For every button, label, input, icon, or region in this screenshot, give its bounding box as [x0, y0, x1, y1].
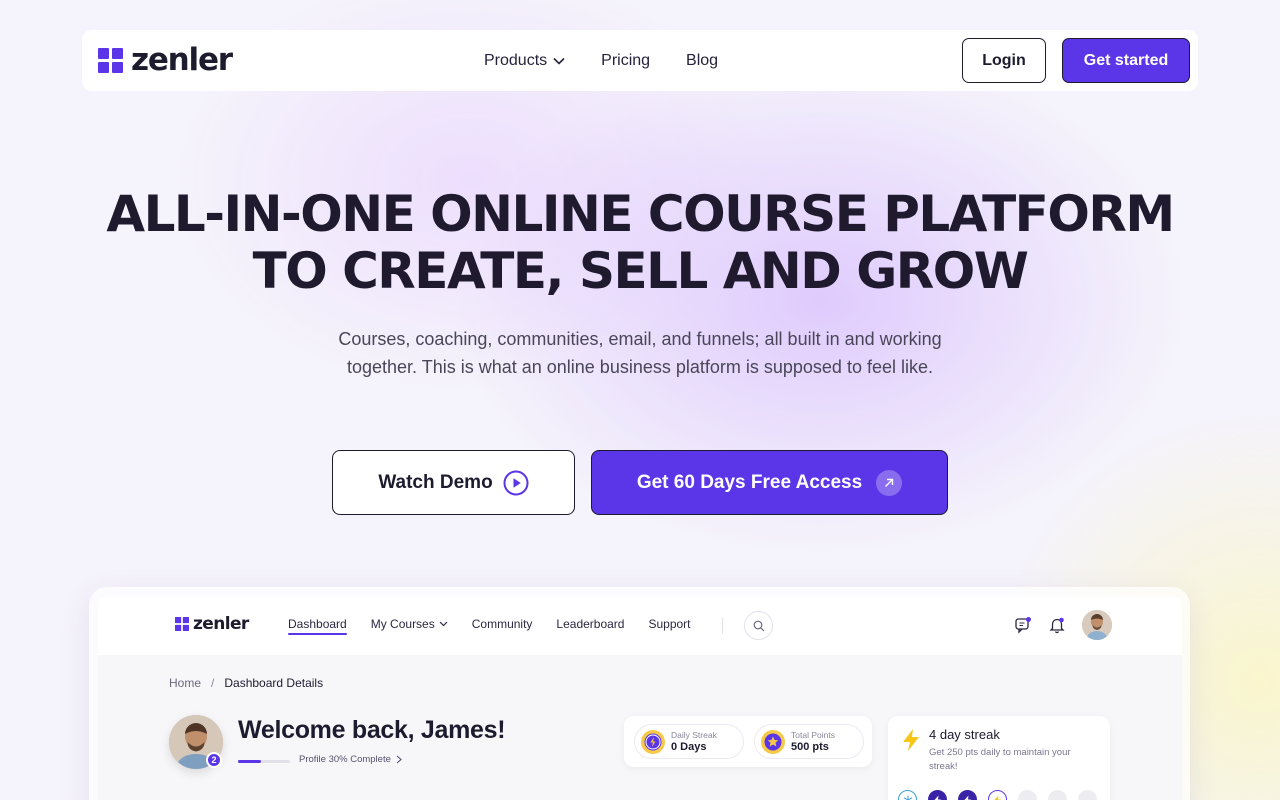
streak-description: Get 250 pts daily to maintain your strea…: [929, 747, 1071, 772]
free-access-label: Get 60 Days Free Access: [636, 471, 863, 493]
streak-day-snowflake-icon: [898, 790, 917, 800]
breadcrumb-separator: /: [211, 676, 215, 690]
bell-icon[interactable]: [1048, 616, 1066, 634]
app-nav-dashboard[interactable]: Dashboard: [288, 617, 347, 635]
stats-card: Daily Streak 0 Days Total Points 500 pts: [624, 716, 872, 767]
arrow-up-right-icon: [876, 469, 903, 496]
app-nav-community[interactable]: Community: [472, 617, 533, 631]
lightning-icon: [903, 729, 919, 751]
nav-products-label: Products: [484, 51, 548, 69]
total-points-stat: Total Points 500 pts: [754, 724, 864, 759]
nav-blog-label: Blog: [686, 51, 719, 69]
app-nav-support[interactable]: Support: [648, 617, 690, 631]
app-nav-community-label: Community: [471, 617, 533, 631]
chat-icon[interactable]: [1014, 616, 1032, 634]
app-nav-my-courses[interactable]: My Courses: [371, 617, 448, 631]
hero-subtitle: Courses, coaching, communities, email, a…: [338, 329, 942, 377]
streak-day-empty: [1078, 790, 1097, 800]
breadcrumb-home[interactable]: Home: [169, 676, 201, 690]
app-nav: Dashboard My Courses Community Leaderboa…: [288, 617, 715, 635]
streak-card: 4 day streak Get 250 pts daily to mainta…: [888, 716, 1110, 800]
app-search-button[interactable]: [744, 611, 773, 640]
login-button[interactable]: Login: [962, 38, 1046, 83]
hero-title-line-1: ALL-IN-ONE ONLINE COURSE PLATFORM: [106, 185, 1175, 243]
breadcrumb-current: Dashboard Details: [224, 676, 324, 690]
streak-bolt-icon: [641, 729, 665, 754]
zenler-logo-icon: [98, 47, 123, 73]
app-preview: zenler Dashboard My Courses Community Le…: [98, 596, 1182, 800]
app-nav-leaderboard-label: Leaderboard: [556, 617, 625, 631]
chevron-down-icon: [439, 621, 448, 627]
zenler-logo-icon: [175, 617, 189, 631]
chevron-right-icon: [396, 755, 402, 764]
daily-streak-stat: Daily Streak 0 Days: [634, 724, 744, 759]
streak-day-empty: [1048, 790, 1067, 800]
top-nav: zenler Products Pricing Blog Login Get s…: [82, 30, 1198, 91]
avatar[interactable]: [1082, 610, 1112, 640]
streak-day-bolt-icon: [988, 790, 1007, 800]
nav-blog[interactable]: Blog: [686, 52, 718, 70]
streak-day-bolt-icon: [928, 790, 947, 800]
total-points-value: 500 pts: [791, 740, 829, 753]
welcome-heading: Welcome back, James!: [238, 716, 506, 744]
nav-pricing-label: Pricing: [601, 51, 651, 69]
breadcrumb: Home / Dashboard Details: [169, 676, 323, 690]
watch-demo-button[interactable]: Watch Demo: [332, 450, 575, 515]
app-nav-leaderboard[interactable]: Leaderboard: [556, 617, 624, 631]
daily-streak-label: Daily Streak: [671, 729, 717, 740]
brand-logo[interactable]: zenler: [98, 42, 233, 78]
daily-streak-value: 0 Days: [671, 740, 707, 753]
app-header: zenler Dashboard My Courses Community Le…: [98, 596, 1182, 655]
level-badge: 2: [206, 752, 222, 768]
profile-progress-bar: [238, 760, 290, 763]
watch-demo-label: Watch Demo: [378, 471, 493, 493]
user-photo-icon: [1082, 610, 1112, 640]
get-started-button[interactable]: Get started: [1062, 38, 1190, 83]
nav-pricing[interactable]: Pricing: [601, 52, 650, 70]
free-access-button[interactable]: Get 60 Days Free Access: [591, 450, 948, 515]
hero-title-line-2: TO CREATE, SELL AND GROW: [252, 242, 1029, 300]
search-icon: [753, 620, 764, 631]
app-nav-dashboard-label: Dashboard: [288, 617, 347, 631]
app-nav-support-label: Support: [648, 617, 691, 631]
total-points-label: Total Points: [791, 729, 835, 740]
app-nav-my-courses-label: My Courses: [370, 617, 435, 631]
chevron-down-icon: [553, 57, 565, 65]
streak-title: 4 day streak: [929, 727, 1000, 742]
app-brand-name: zenler: [193, 614, 249, 634]
profile-progress-fill: [238, 760, 261, 763]
app-brand-logo[interactable]: zenler: [175, 614, 249, 634]
app-nav-divider: [722, 618, 723, 634]
play-icon: [503, 470, 529, 495]
nav-products[interactable]: Products: [484, 52, 565, 70]
streak-day-bolt-icon: [958, 790, 977, 800]
brand-name: zenler: [131, 42, 233, 78]
profile-progress-link[interactable]: Profile 30% Complete: [299, 754, 402, 765]
streak-day-empty: [1018, 790, 1037, 800]
streak-days: [898, 790, 1097, 800]
nav-links: Products Pricing Blog: [484, 30, 718, 91]
hero-title: ALL-IN-ONE ONLINE COURSE PLATFORM TO CRE…: [0, 186, 1280, 300]
app-header-actions: [1014, 610, 1112, 640]
profile-progress-label: Profile 30% Complete: [299, 754, 391, 765]
star-icon: [761, 729, 785, 754]
